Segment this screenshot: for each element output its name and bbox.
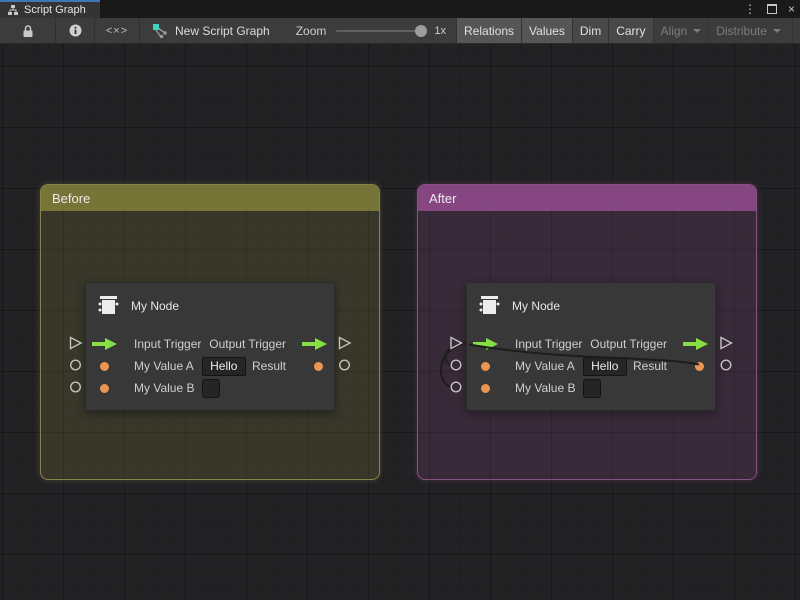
input-trigger-label: Input Trigger bbox=[134, 337, 201, 351]
toggle-relations[interactable]: Relations bbox=[456, 18, 521, 44]
toggle-dim[interactable]: Dim bbox=[572, 18, 608, 44]
input-trigger-port[interactable] bbox=[473, 338, 507, 350]
graph-toolbar: <×> New Script Graph Zoom 1x Relations V… bbox=[0, 18, 800, 44]
zoom-control: Zoom 1x bbox=[296, 24, 456, 38]
graph-canvas[interactable]: Before After My Node bbox=[0, 44, 800, 600]
flow-arrow-icon bbox=[302, 338, 328, 350]
group-after-title: After bbox=[429, 191, 456, 206]
graph-title: New Script Graph bbox=[175, 24, 270, 38]
node-before[interactable]: My Node Input Trigger Output Trigger bbox=[85, 282, 335, 411]
value-b-label: My Value B bbox=[515, 381, 575, 395]
value-a-port[interactable] bbox=[92, 362, 126, 371]
value-port-icon bbox=[481, 362, 490, 371]
port-row-triggers: Input Trigger Output Trigger bbox=[86, 333, 334, 355]
window-controls: ⋮ × bbox=[744, 0, 795, 18]
node-title: My Node bbox=[512, 299, 560, 313]
port-row-value-a: My Value A Hello Result bbox=[86, 355, 334, 377]
output-trigger-port[interactable] bbox=[294, 338, 328, 350]
overview-button[interactable]: Overview bbox=[792, 18, 800, 44]
code-view-button[interactable]: <×> bbox=[95, 18, 139, 44]
result-port[interactable] bbox=[675, 362, 709, 371]
graph-hierarchy-icon bbox=[7, 4, 19, 16]
unity-script-graph-window: Script Graph ⋮ × <×> bbox=[0, 0, 800, 600]
code-icon: <×> bbox=[106, 25, 128, 37]
value-port-icon bbox=[314, 362, 323, 371]
value-b-port[interactable] bbox=[473, 384, 507, 393]
value-a-input[interactable]: Hello bbox=[202, 357, 246, 376]
node-header: My Node bbox=[477, 294, 560, 317]
zoom-slider-knob[interactable] bbox=[415, 25, 427, 37]
input-trigger-port[interactable] bbox=[92, 338, 126, 350]
toolbar-buttons: Relations Values Dim Carry Align Distrib… bbox=[456, 18, 800, 44]
toggle-carry[interactable]: Carry bbox=[608, 18, 652, 44]
value-port-icon bbox=[481, 384, 490, 393]
flow-arrow-icon bbox=[92, 338, 118, 350]
value-a-port[interactable] bbox=[473, 362, 507, 371]
value-port-icon bbox=[100, 362, 109, 371]
unit-node-icon bbox=[477, 294, 501, 317]
zoom-slider[interactable] bbox=[336, 30, 424, 32]
result-label: Result bbox=[252, 359, 286, 373]
dropdown-align[interactable]: Align bbox=[653, 18, 709, 44]
output-trigger-port[interactable] bbox=[675, 338, 709, 350]
value-b-checkbox[interactable] bbox=[583, 379, 601, 398]
node-header: My Node bbox=[96, 294, 179, 317]
flow-arrow-icon bbox=[683, 338, 709, 350]
tab-bar: Script Graph ⋮ × bbox=[0, 0, 800, 18]
dropdown-distribute[interactable]: Distribute bbox=[708, 18, 788, 44]
tab-label: Script Graph bbox=[24, 2, 86, 18]
dropdown-distribute-label: Distribute bbox=[716, 24, 767, 38]
port-row-value-b: My Value B bbox=[86, 377, 334, 399]
node-ports: Input Trigger Output Trigger My Value A … bbox=[467, 333, 715, 399]
zoom-value: 1x bbox=[434, 25, 446, 37]
chevron-down-icon bbox=[693, 29, 701, 33]
port-row-value-a: My Value A Hello Result bbox=[467, 355, 715, 377]
value-a-label: My Value A bbox=[134, 359, 194, 373]
dropdown-align-label: Align bbox=[661, 24, 688, 38]
group-before-header[interactable]: Before bbox=[41, 185, 379, 211]
chevron-down-icon bbox=[773, 29, 781, 33]
group-after-header[interactable]: After bbox=[418, 185, 756, 211]
info-icon bbox=[69, 24, 82, 37]
value-a-input[interactable]: Hello bbox=[583, 357, 627, 376]
port-row-triggers: Input Trigger Output Trigger bbox=[467, 333, 715, 355]
kebab-menu-icon[interactable]: ⋮ bbox=[744, 0, 756, 18]
toggle-values[interactable]: Values bbox=[521, 18, 572, 44]
lock-button[interactable] bbox=[0, 18, 55, 44]
input-trigger-label: Input Trigger bbox=[515, 337, 582, 351]
result-label: Result bbox=[633, 359, 667, 373]
output-trigger-label: Output Trigger bbox=[209, 337, 286, 351]
maximize-icon[interactable] bbox=[767, 4, 777, 14]
graph-breadcrumb[interactable]: New Script Graph bbox=[140, 23, 282, 39]
value-a-label: My Value A bbox=[515, 359, 575, 373]
port-row-value-b: My Value B bbox=[467, 377, 715, 399]
node-after[interactable]: My Node Input Trigger Output Trigger bbox=[466, 282, 716, 411]
value-b-label: My Value B bbox=[134, 381, 194, 395]
value-port-icon bbox=[100, 384, 109, 393]
value-b-port[interactable] bbox=[92, 384, 126, 393]
value-b-checkbox[interactable] bbox=[202, 379, 220, 398]
zoom-label: Zoom bbox=[296, 24, 327, 38]
value-port-icon bbox=[695, 362, 704, 371]
flow-arrow-icon bbox=[473, 338, 499, 350]
script-graph-icon bbox=[152, 23, 168, 39]
lock-icon bbox=[22, 24, 34, 38]
group-before-title: Before bbox=[52, 191, 90, 206]
result-port[interactable] bbox=[294, 362, 328, 371]
node-ports: Input Trigger Output Trigger My Value A … bbox=[86, 333, 334, 399]
node-title: My Node bbox=[131, 299, 179, 313]
tab-script-graph[interactable]: Script Graph bbox=[0, 0, 100, 18]
close-icon[interactable]: × bbox=[788, 0, 795, 18]
output-trigger-label: Output Trigger bbox=[590, 337, 667, 351]
info-button[interactable] bbox=[56, 18, 94, 44]
unit-node-icon bbox=[96, 294, 120, 317]
